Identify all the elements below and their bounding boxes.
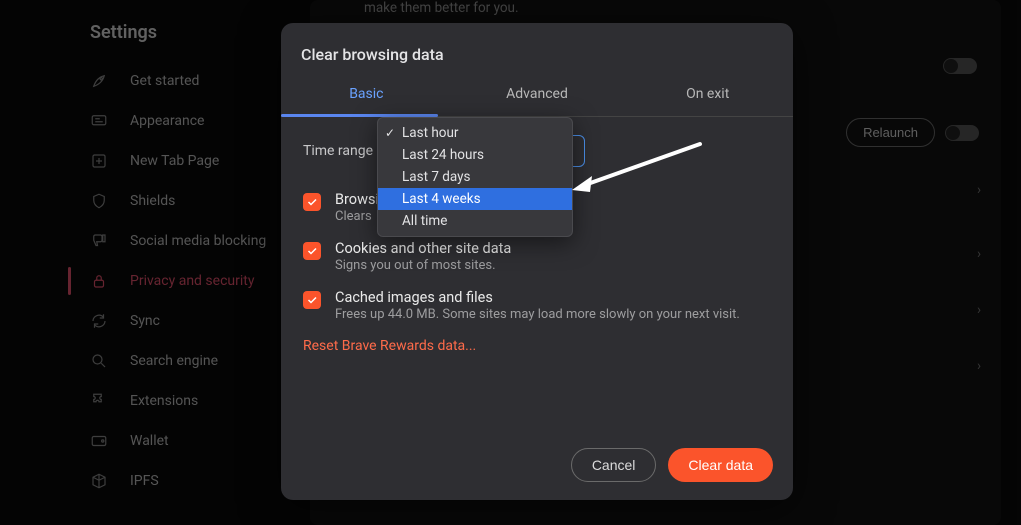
tab-advanced[interactable]: Advanced [452, 76, 623, 116]
sidebar-item-label: Get started [130, 73, 199, 89]
sidebar-item-appearance[interactable]: Appearance [10, 101, 280, 141]
chevron-right-icon: › [977, 302, 981, 318]
sidebar-item-ipfs[interactable]: IPFS [10, 461, 280, 501]
sidebar-item-label: IPFS [130, 473, 159, 489]
checkbox-checked-icon[interactable] [303, 242, 321, 260]
sidebar-item-get-started[interactable]: Get started [10, 61, 280, 101]
dropdown-item-last-4-weeks[interactable]: Last 4 weeks [378, 188, 572, 210]
settings-sidebar: Settings Get started Appearance New Tab … [0, 0, 280, 525]
dialog-title: Clear browsing data [281, 23, 793, 76]
newtab-icon [90, 152, 108, 170]
toggle-top[interactable] [943, 58, 977, 74]
thumb-down-icon [90, 232, 108, 250]
option-title: Cached images and files [335, 289, 740, 306]
sidebar-item-wallet[interactable]: Wallet [10, 421, 280, 461]
reset-rewards-link[interactable]: Reset Brave Rewards data... [303, 338, 476, 354]
clear-browsing-data-dialog: Clear browsing data Basic Advanced On ex… [281, 23, 793, 500]
sidebar-item-label: New Tab Page [130, 153, 219, 169]
sidebar-item-label: Social media blocking [130, 233, 266, 249]
chevron-right-icon: › [977, 358, 981, 374]
sidebar-item-label: Extensions [130, 393, 198, 409]
option-cookies[interactable]: Cookies and other site data Signs you ou… [303, 232, 771, 281]
toggle-relaunch[interactable] [945, 125, 979, 141]
sidebar-item-label: Search engine [130, 353, 218, 369]
shield-icon [90, 192, 108, 210]
sidebar-item-new-tab[interactable]: New Tab Page [10, 141, 280, 181]
sidebar-title: Settings [90, 22, 280, 43]
sidebar-item-shields[interactable]: Shields [10, 181, 280, 221]
sidebar-item-label: Privacy and security [130, 273, 254, 289]
dropdown-item-last-7-days[interactable]: Last 7 days [378, 166, 572, 188]
puzzle-icon [90, 392, 108, 410]
bg-text-top: make them better for you. [364, 0, 981, 24]
chevron-right-icon: › [977, 246, 981, 262]
search-icon [90, 352, 108, 370]
wallet-icon [90, 432, 108, 450]
lock-icon [90, 272, 108, 290]
tab-basic[interactable]: Basic [281, 76, 452, 116]
checkbox-checked-icon[interactable] [303, 291, 321, 309]
chevron-right-icon: › [977, 182, 981, 198]
sync-icon [90, 312, 108, 330]
dialog-tabs: Basic Advanced On exit [281, 76, 793, 117]
tab-on-exit[interactable]: On exit [622, 76, 793, 116]
appearance-icon [90, 112, 108, 130]
relaunch-row: Relaunch [846, 118, 979, 147]
sidebar-item-privacy[interactable]: Privacy and security [10, 261, 280, 301]
cube-icon [90, 472, 108, 490]
option-title: Cookies and other site data [335, 240, 511, 257]
option-sub: Signs you out of most sites. [335, 258, 511, 273]
option-sub: Frees up 44.0 MB. Some sites may load mo… [335, 307, 740, 322]
sidebar-item-social-blocking[interactable]: Social media blocking [10, 221, 280, 261]
sidebar-item-label: Wallet [130, 433, 169, 449]
dropdown-item-all-time[interactable]: All time [378, 210, 572, 232]
relaunch-button[interactable]: Relaunch [846, 118, 935, 147]
rocket-icon [90, 72, 108, 90]
sidebar-item-label: Shields [130, 193, 175, 209]
cancel-button[interactable]: Cancel [571, 448, 657, 482]
dialog-footer: Cancel Clear data [281, 434, 793, 500]
sidebar-item-search[interactable]: Search engine [10, 341, 280, 381]
time-range-dropdown: Last hour Last 24 hours Last 7 days Last… [377, 117, 573, 237]
sidebar-item-sync[interactable]: Sync [10, 301, 280, 341]
dropdown-item-last-24-hours[interactable]: Last 24 hours [378, 144, 572, 166]
checkbox-checked-icon[interactable] [303, 193, 321, 211]
clear-data-button[interactable]: Clear data [668, 448, 773, 482]
option-cache[interactable]: Cached images and files Frees up 44.0 MB… [303, 281, 771, 330]
sidebar-item-extensions[interactable]: Extensions [10, 381, 280, 421]
time-range-label: Time range [303, 143, 373, 159]
sidebar-item-label: Appearance [130, 113, 204, 129]
dropdown-item-last-hour[interactable]: Last hour [378, 122, 572, 144]
sidebar-item-label: Sync [130, 313, 160, 329]
